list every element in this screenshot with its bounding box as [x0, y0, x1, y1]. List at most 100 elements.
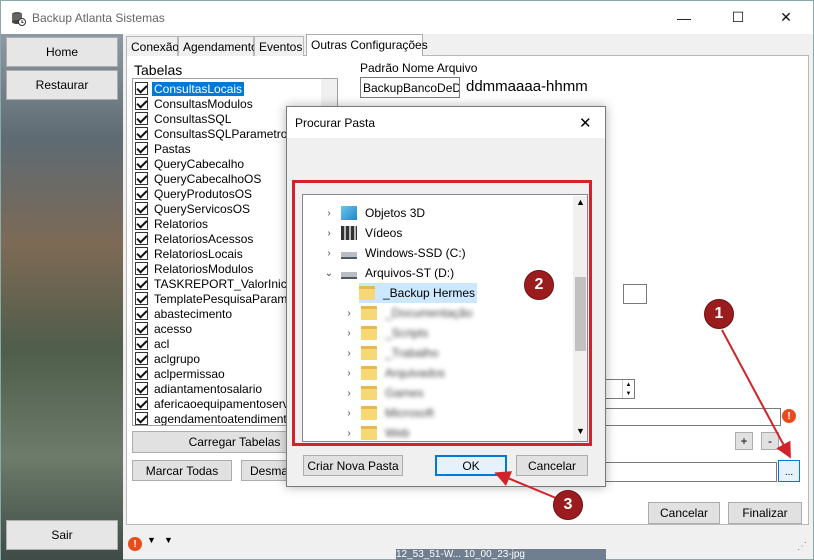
table-list-item[interactable]: aclpermissao: [135, 366, 227, 381]
dialog-title-bar: Procurar Pasta ✕: [287, 107, 605, 138]
checkbox-checked-icon[interactable]: [135, 352, 148, 365]
table-list-item[interactable]: QueryCabecalho: [135, 156, 246, 171]
table-list-item[interactable]: ConsultasSQL: [135, 111, 233, 126]
table-list-item[interactable]: RelatoriosLocais: [135, 246, 245, 261]
table-name: ConsultasLocais: [152, 81, 245, 96]
table-list-item[interactable]: agendamentoatendimento: [135, 411, 295, 425]
checkbox-checked-icon[interactable]: [135, 202, 148, 215]
table-list-item[interactable]: Relatorios: [135, 216, 210, 231]
table-list-item[interactable]: adiantamentosalario: [135, 381, 264, 396]
checkbox-checked-icon[interactable]: [135, 367, 148, 380]
settings-input[interactable]: [597, 408, 781, 426]
highlight-box: [292, 180, 592, 446]
exit-button[interactable]: Sair: [6, 520, 118, 550]
table-list-item[interactable]: RelatoriosAcessos: [135, 231, 255, 246]
sidebar: [1, 34, 123, 560]
checkbox-checked-icon[interactable]: [135, 292, 148, 305]
table-list-item[interactable]: aclgrupo: [135, 351, 202, 366]
table-name: ConsultasSQL: [154, 111, 232, 126]
close-button[interactable]: ✕: [763, 1, 809, 34]
checkbox-checked-icon[interactable]: [135, 232, 148, 245]
table-list-item[interactable]: abastecimento: [135, 306, 234, 321]
numeric-stepper[interactable]: ▲ ▼: [605, 379, 635, 399]
minimize-button[interactable]: —: [661, 1, 707, 34]
table-list-item[interactable]: Pastas: [135, 141, 193, 156]
maximize-button[interactable]: ☐: [715, 1, 761, 34]
dialog-cancel-button[interactable]: Cancelar: [516, 455, 588, 476]
table-list-item[interactable]: ConsultasLocais: [135, 81, 245, 96]
check-all-button[interactable]: Marcar Todas: [132, 460, 232, 481]
table-list-item[interactable]: QueryServicosOS: [135, 201, 252, 216]
checkbox-checked-icon[interactable]: [135, 172, 148, 185]
settings-field[interactable]: [623, 284, 647, 304]
checkbox-checked-icon[interactable]: [135, 247, 148, 260]
background-file-label: 12_53_51-W... 10_00_23-jpg: [396, 549, 606, 560]
stepper-up-icon[interactable]: ▲: [622, 380, 634, 389]
file-name-pattern-label: Padrão Nome Arquivo: [360, 61, 478, 75]
table-list-item[interactable]: QueryCabecalhoOS: [135, 171, 263, 186]
table-name: RelatoriosModulos: [154, 261, 254, 276]
table-list-item[interactable]: afericaoequipamentoservico: [135, 396, 306, 411]
table-list-item[interactable]: TASKREPORT_ValorInicialF: [135, 276, 308, 291]
checkbox-checked-icon[interactable]: [135, 142, 148, 155]
tab-agendamento[interactable]: Agendamento: [178, 36, 258, 56]
table-list-item[interactable]: QueryProdutosOS: [135, 186, 254, 201]
create-folder-button[interactable]: Criar Nova Pasta: [303, 455, 403, 476]
table-list-item[interactable]: ConsultasModulos: [135, 96, 255, 111]
warning-icon: !: [782, 409, 796, 423]
checkbox-checked-icon[interactable]: [135, 262, 148, 275]
resize-grip-icon[interactable]: ⋰: [797, 541, 809, 553]
table-name: acl: [154, 336, 170, 351]
table-list-item[interactable]: RelatoriosModulos: [135, 261, 255, 276]
checkbox-checked-icon[interactable]: [135, 382, 148, 395]
table-name: RelatoriosLocais: [154, 246, 243, 261]
ok-button[interactable]: OK: [435, 455, 507, 476]
checkbox-checked-icon[interactable]: [135, 82, 148, 95]
table-list-item[interactable]: acl: [135, 336, 171, 351]
error-status-icon[interactable]: !: [128, 537, 142, 551]
browse-folder-button[interactable]: ...: [778, 460, 800, 482]
window-title: Backup Atlanta Sistemas: [32, 11, 165, 25]
checkbox-checked-icon[interactable]: [135, 217, 148, 230]
checkbox-checked-icon[interactable]: [135, 97, 148, 110]
backup-path-input[interactable]: [597, 462, 777, 482]
table-list-item[interactable]: ConsultasSQLParametros: [135, 126, 295, 141]
remove-button[interactable]: -: [761, 432, 779, 450]
table-name: aclgrupo: [154, 351, 201, 366]
checkbox-checked-icon[interactable]: [135, 277, 148, 290]
checkbox-checked-icon[interactable]: [135, 157, 148, 170]
checkbox-checked-icon[interactable]: [135, 187, 148, 200]
database-icon: [12, 12, 26, 26]
tab-conexao[interactable]: Conexão: [126, 36, 179, 56]
dialog-close-icon[interactable]: ✕: [579, 114, 592, 132]
table-list-item[interactable]: acesso: [135, 321, 194, 336]
checkbox-checked-icon[interactable]: [135, 307, 148, 320]
checkbox-checked-icon[interactable]: [135, 112, 148, 125]
checkbox-checked-icon[interactable]: [135, 322, 148, 335]
table-name: TASKREPORT_ValorInicialF: [154, 276, 307, 291]
table-list-item[interactable]: TemplatePesquisaParametro: [135, 291, 310, 306]
home-button[interactable]: Home: [6, 37, 118, 67]
dropdown-arrow-icon[interactable]: ▼: [147, 535, 156, 545]
step-marker-3: 3: [553, 490, 583, 520]
tab-eventos[interactable]: Eventos: [254, 36, 304, 56]
table-name: QueryCabecalho: [154, 156, 245, 171]
checkbox-checked-icon[interactable]: [135, 127, 148, 140]
step-marker-1: 1: [704, 299, 734, 329]
checkbox-checked-icon[interactable]: [135, 397, 148, 410]
checkbox-checked-icon[interactable]: [135, 412, 148, 425]
title-bar: Backup Atlanta Sistemas — ☐ ✕: [1, 1, 813, 34]
table-name: aclpermissao: [154, 366, 225, 381]
checkbox-checked-icon[interactable]: [135, 337, 148, 350]
cancel-button[interactable]: Cancelar: [648, 502, 720, 524]
table-name: ConsultasModulos: [154, 96, 253, 111]
table-name: acesso: [154, 321, 193, 336]
dropdown-arrow-icon[interactable]: ▼: [164, 535, 173, 545]
tab-outras-configuracoes[interactable]: Outras Configurações: [306, 34, 428, 56]
stepper-down-icon[interactable]: ▼: [622, 389, 634, 398]
restore-button[interactable]: Restaurar: [6, 70, 118, 100]
finish-button[interactable]: Finalizar: [728, 502, 802, 524]
table-name: RelatoriosAcessos: [154, 231, 254, 246]
add-button[interactable]: +: [735, 432, 753, 450]
file-name-pattern-input[interactable]: BackupBancoDeDa: [360, 77, 460, 98]
